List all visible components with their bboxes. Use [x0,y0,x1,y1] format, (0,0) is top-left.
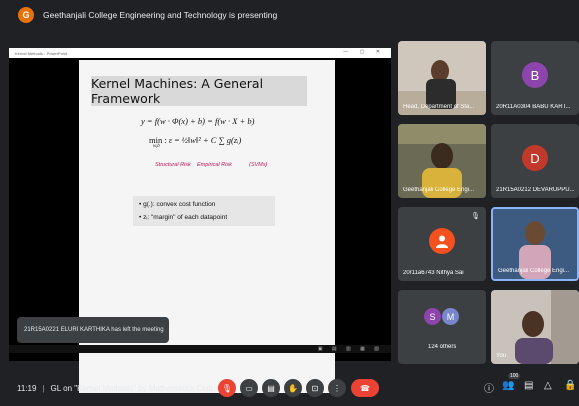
meeting-time: 11:19 [17,384,37,393]
bullet-item: • zᵢ: "margin" of each datapoint [139,214,228,221]
more-vert-icon: ⋮ [333,383,341,393]
participant-name: 20R11A0304 BABU KART... [496,104,571,110]
participant-tile[interactable]: 🎙 20r11a6743 Nithya Sai [398,207,486,281]
camera-icon: ▭ [245,383,253,393]
presentation-stage[interactable]: Kernel Methods - PowerPoint — ▢ ✕ Kernel… [9,48,391,393]
presenting-text: Geethanjali College Engineering and Tech… [43,10,278,20]
others-avatar: M [442,308,459,325]
hangup-icon: ☎ [360,383,370,393]
structural-risk-label: Structural Risk [155,162,191,168]
empirical-risk-label: Empirical Risk [197,162,232,168]
presentation-titlebar: Kernel Methods - PowerPoint — ▢ ✕ [9,48,391,58]
equation-2-rest: ½‖w‖² + C ∑ g(zᵢ) [181,135,242,145]
host-controls-icon[interactable]: 🔒 [564,380,576,391]
people-icon[interactable]: 👥 [502,380,514,391]
participant-tile[interactable]: D 21R15A0212 DEVARUPPU... [491,124,579,198]
more-options-button[interactable]: ⋮ [328,379,346,397]
meeting-notification: 21R15A0221 ELURI KARTHIKA has left the m… [17,317,169,343]
hand-icon: ✋ [288,383,298,393]
captions-button[interactable]: ▤ [262,379,280,397]
presenting-banner: G Geethanjali College Engineering and Te… [0,0,579,30]
participant-name: Head, Department of Sta... [403,104,475,110]
person-avatar-icon [429,228,455,254]
raise-hand-button[interactable]: ✋ [284,379,302,397]
participant-name: 21R15A0212 DEVARUPPU... [496,187,575,193]
others-tile[interactable]: S M 124 others [398,290,486,364]
participant-avatar: D [522,145,548,171]
present-icon: ⊡ [311,383,319,393]
equation-1: y = f(w · Φ(x) + b) = f(w · X + b) [141,116,255,126]
captions-icon: ▤ [267,383,275,393]
notification-text: 21R15A0221 ELURI KARTHIKA has left the m… [24,327,164,333]
participant-tile[interactable]: Geethanjali College Engi... [398,124,486,198]
presenter-avatar: G [18,7,34,23]
self-tile[interactable]: You [491,290,579,364]
bullet-item: • g(.): convex cost function [139,201,216,208]
participant-name: You [496,353,507,359]
slide-title: Kernel Machines: A General Framework [91,76,264,106]
present-button[interactable]: ⊡ [306,379,324,397]
view-controls-icon: ▣ ▤ ▥ ▦ ▧ [317,346,383,352]
others-count: 124 others [428,344,457,350]
presentation-status-bar: ▣ ▤ ▥ ▦ ▧ [9,345,391,353]
presentation-window-title: Kernel Methods - PowerPoint [15,50,68,56]
window-controls-icon: — ▢ ✕ [343,49,385,55]
participant-tile[interactable]: Head, Department of Sta... [398,41,486,115]
svm-label: (SVMs) [249,162,268,168]
meeting-info-separator: | [42,384,45,393]
mic-off-button[interactable]: 🎙 [218,379,236,397]
slide: Kernel Machines: A General Framework y =… [79,60,335,393]
activities-icon[interactable]: △ [544,380,552,391]
participant-tile[interactable]: B 20R11A0304 BABU KART... [491,41,579,115]
participant-name: Geethanjali College Engi... [403,187,475,193]
meeting-title: GL on "Kernel Methods" by Mathematics Cl… [50,384,213,393]
leave-call-button[interactable]: ☎ [351,379,379,397]
equation-2: min : ε = ½‖w‖² + C ∑ g(zᵢ) w,b [149,135,241,149]
participant-name: 20r11a6743 Nithya Sai [403,270,464,276]
mic-off-icon: 🎙 [471,213,480,220]
bullet-box: • g(.): convex cost function • zᵢ: "marg… [133,196,275,226]
others-avatar: S [424,308,441,325]
meeting-info: 11:19 | GL on "Kernel Methods" by Mathemat… [17,384,213,393]
chat-icon[interactable]: ▤ [524,380,533,391]
participant-avatar: B [522,62,548,88]
participant-count-badge: 100 [508,373,521,379]
camera-button[interactable]: ▭ [240,379,258,397]
participant-name: Geethanjali College Engi... [498,268,570,274]
participant-tile-active[interactable]: Geethanjali College Engi... [491,207,579,281]
info-icon[interactable]: ⓘ [484,380,494,395]
mic-off-icon: 🎙 [221,383,233,393]
slide-title-box: Kernel Machines: A General Framework [91,76,307,106]
